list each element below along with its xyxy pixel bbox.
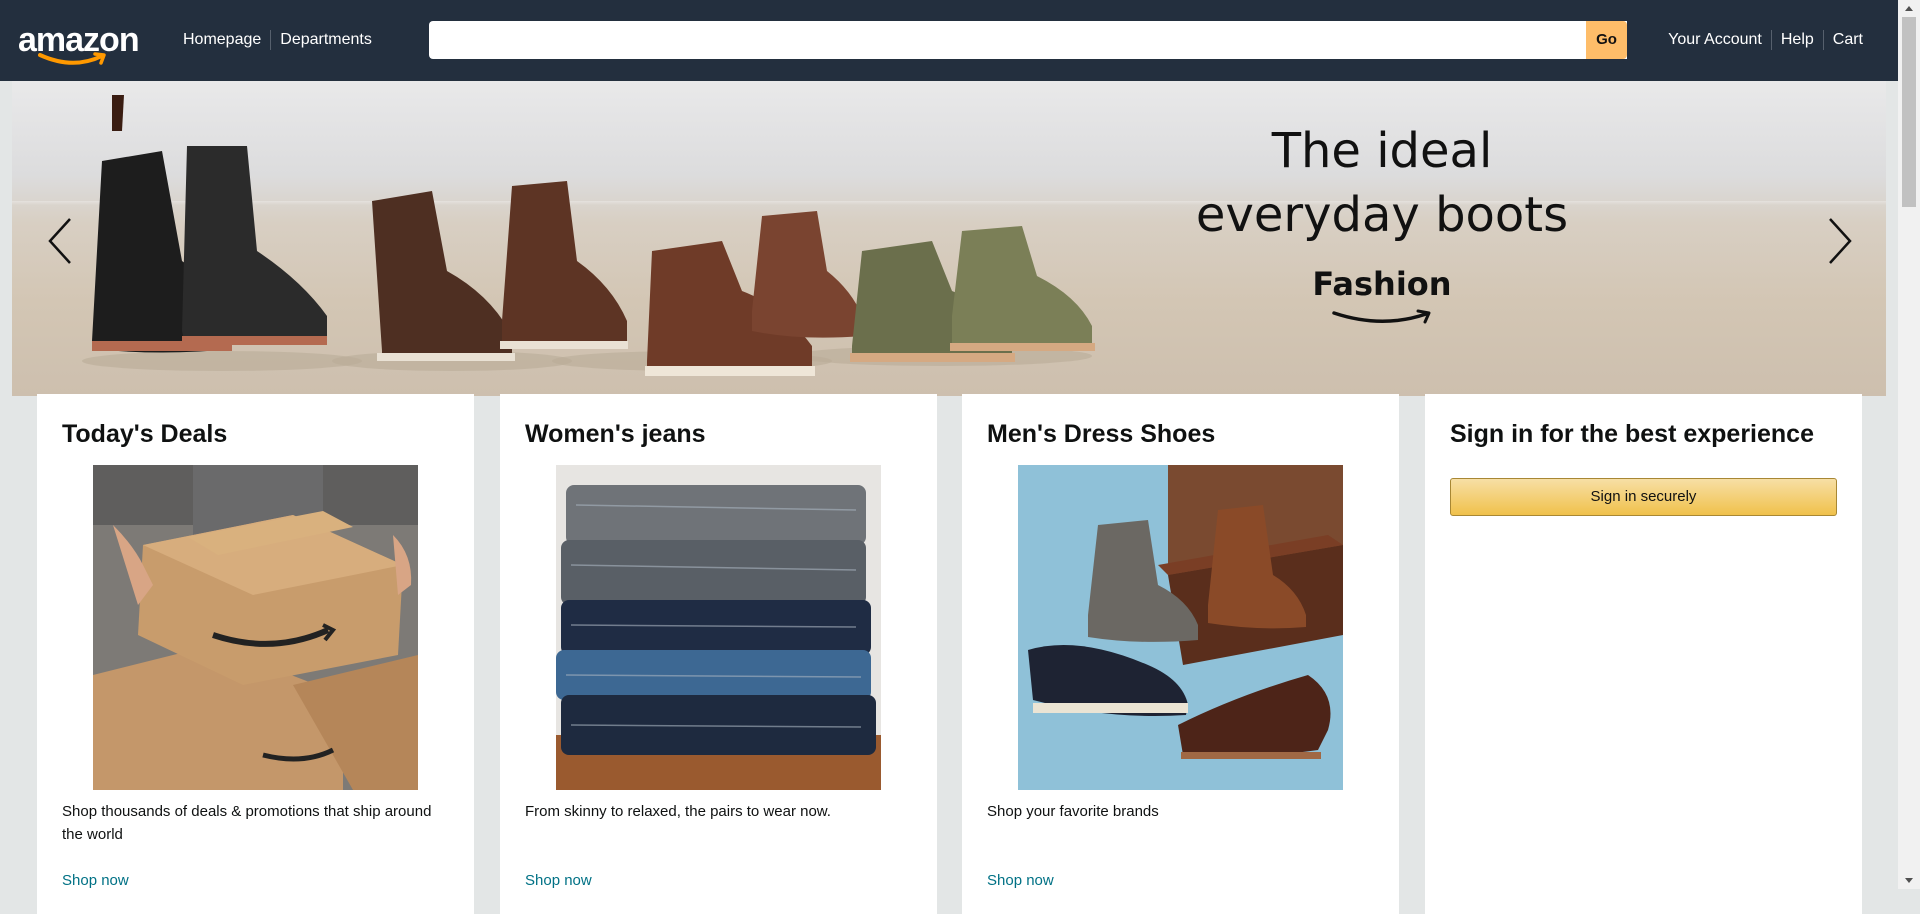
logo-smile-icon	[38, 52, 106, 65]
scroll-up-arrow[interactable]	[1898, 0, 1920, 17]
carousel-prev-button[interactable]	[42, 211, 78, 271]
primary-nav: Homepage Departments	[183, 30, 381, 50]
brand-smile-icon	[1332, 309, 1431, 324]
hero-carousel[interactable]: The ideal everyday boots Fashion	[12, 81, 1886, 396]
page-scrollbar[interactable]	[1898, 0, 1920, 889]
card-title: Women's jeans	[525, 420, 706, 448]
folded-jeans-image	[556, 465, 881, 790]
top-nav-bar: amazon Homepage Departments Go Your Acco…	[0, 0, 1898, 81]
chevron-right-icon	[1829, 218, 1852, 264]
todays-deals-image[interactable]	[93, 465, 418, 790]
mens-dress-shoes-image[interactable]	[1018, 465, 1343, 790]
hero-headline: The ideal everyday boots	[1142, 119, 1622, 247]
nav-help[interactable]: Help	[1770, 30, 1823, 50]
package-boxes-image	[93, 465, 418, 790]
sign-in-securely-button[interactable]: Sign in securely	[1450, 478, 1837, 516]
chevron-left-icon	[48, 218, 71, 264]
nav-your-account[interactable]: Your Account	[1659, 30, 1771, 50]
scrollbar-thumb[interactable]	[1902, 17, 1916, 207]
card-title: Today's Deals	[62, 420, 228, 448]
card-womens-jeans: Women's jeans From skinny to relaxed, th…	[500, 394, 937, 914]
hero-brand-label: Fashion	[1312, 265, 1452, 303]
hero-headline-line2: everyday boots	[1195, 187, 1569, 243]
carousel-next-button[interactable]	[1822, 211, 1858, 271]
scroll-down-icon	[1905, 878, 1913, 883]
amazon-logo[interactable]: amazon	[18, 20, 144, 66]
card-title: Sign in for the best experience	[1450, 420, 1814, 448]
hero-headline-line1: The ideal	[1271, 123, 1493, 179]
card-description: Shop your favorite brands	[987, 803, 1159, 820]
nav-cart[interactable]: Cart	[1822, 30, 1863, 50]
card-todays-deals: Today's Deals Shop thousands of deals & …	[37, 394, 474, 914]
card-mens-dress-shoes: Men's Dress Shoes Shop your favorite bra…	[962, 394, 1399, 914]
boots-illustration	[82, 95, 1095, 376]
scroll-down-arrow[interactable]	[1898, 872, 1920, 889]
search-input[interactable]	[429, 21, 1627, 59]
card-description: From skinny to relaxed, the pairs to wea…	[525, 803, 831, 820]
dress-shoes-image	[1018, 465, 1343, 790]
nav-homepage[interactable]: Homepage	[183, 30, 270, 50]
shop-now-link[interactable]: Shop now	[525, 872, 592, 889]
scroll-up-icon	[1905, 6, 1913, 11]
card-sign-in: Sign in for the best experience Sign in …	[1425, 394, 1862, 914]
card-description: Shop thousands of deals & promotions tha…	[62, 803, 432, 843]
card-title: Men's Dress Shoes	[987, 420, 1216, 448]
search-go-button[interactable]: Go	[1586, 21, 1627, 59]
shop-now-link[interactable]: Shop now	[62, 872, 129, 889]
nav-departments[interactable]: Departments	[270, 30, 381, 50]
shop-now-link[interactable]: Shop now	[987, 872, 1054, 889]
womens-jeans-image[interactable]	[556, 465, 881, 790]
account-nav: Your Account Help Cart	[1659, 30, 1863, 50]
